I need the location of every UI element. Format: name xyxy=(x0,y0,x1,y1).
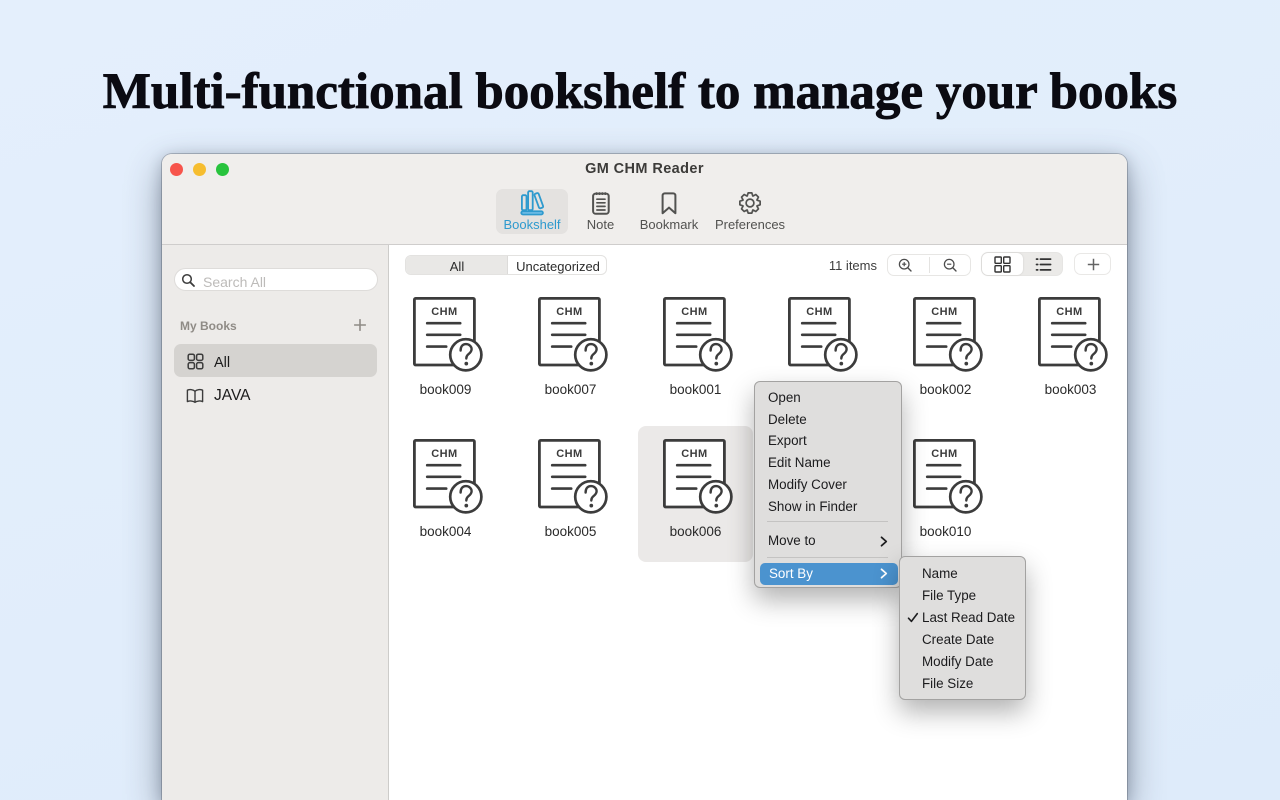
svg-text:CHM: CHM xyxy=(931,447,957,459)
svg-text:CHM: CHM xyxy=(431,447,457,459)
svg-text:CHM: CHM xyxy=(556,306,582,318)
svg-text:CHM: CHM xyxy=(681,306,707,318)
svg-text:CHM: CHM xyxy=(1056,306,1082,318)
svg-text:CHM: CHM xyxy=(931,306,957,318)
svg-text:CHM: CHM xyxy=(681,447,707,459)
svg-text:CHM: CHM xyxy=(806,306,832,318)
svg-text:CHM: CHM xyxy=(431,306,457,318)
svg-text:CHM: CHM xyxy=(556,447,582,459)
